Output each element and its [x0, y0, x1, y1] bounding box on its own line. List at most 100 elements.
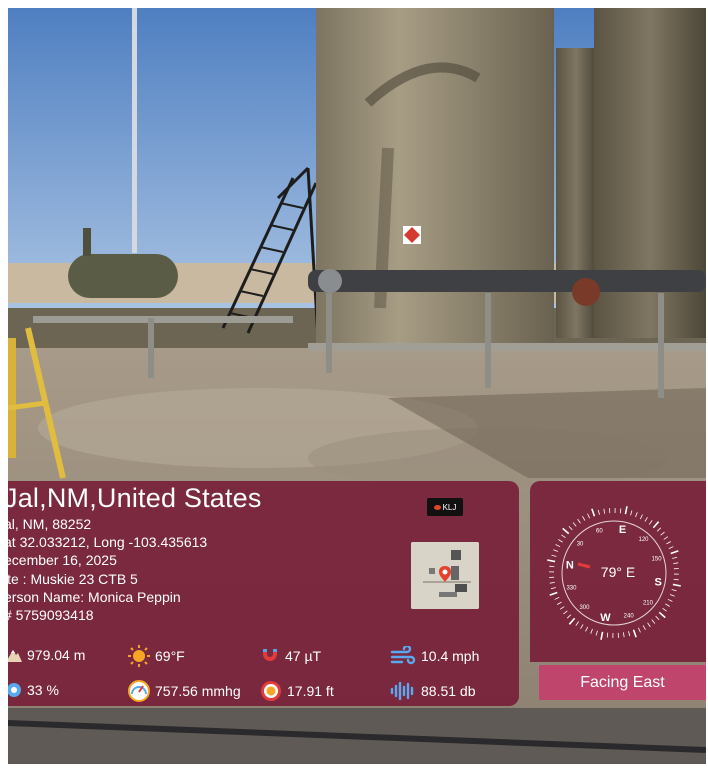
compass-tick: [555, 544, 561, 548]
pressure-value: 757.56 mmhg: [155, 683, 241, 699]
sound-readout: 88.51 db: [390, 681, 476, 701]
compass-degree-label: 300: [579, 605, 590, 611]
compass-degree-label: 30: [577, 541, 584, 547]
compass-tick: [632, 629, 637, 638]
compass-tick: [606, 632, 609, 638]
compass-degree-label: 60: [596, 528, 603, 534]
compass-tick: [656, 527, 662, 532]
compass-tick: [660, 531, 665, 536]
compass-cardinal-w: W: [600, 612, 611, 624]
compass-tick: [566, 614, 572, 619]
compass-tick: [663, 536, 669, 540]
compass-tick: [549, 581, 555, 584]
compass-tick: [551, 554, 557, 557]
compass-tick: [563, 610, 568, 615]
compass-tick: [549, 591, 558, 596]
compass-tick: [587, 513, 590, 519]
compass-tick: [568, 525, 573, 531]
humidity-readout: 33 %: [8, 682, 59, 698]
compass-tick: [597, 509, 600, 515]
compass-tick: [647, 622, 651, 628]
magnetic-readout: 47 µT: [260, 646, 321, 666]
wind-readout: 10.4 mph: [390, 646, 479, 666]
compass-tick: [600, 631, 604, 640]
compass-tick: [590, 628, 593, 634]
wind-icon: [390, 646, 416, 665]
compass-tick: [630, 510, 633, 516]
compass-tick: [619, 508, 622, 514]
compass-tick: [662, 607, 667, 612]
compass-card: NESW 30 60 120 150 210 240 300 330 79° E: [530, 481, 706, 662]
compass-tick: [670, 550, 679, 555]
mountain-icon: [8, 650, 22, 662]
compass-tick: [559, 606, 565, 610]
temperature-value: 69°F: [155, 648, 185, 664]
heading-readout: 79° E: [600, 564, 636, 580]
wind-value: 10.4 mph: [421, 648, 480, 664]
compass-tick: [668, 546, 674, 549]
temperature-readout: 69°F: [128, 645, 185, 667]
compass-tick: [556, 601, 562, 605]
humidity-value: 33 %: [27, 682, 59, 698]
compass-tick: [672, 556, 678, 559]
compass-tick: [635, 512, 638, 518]
accuracy-readout: 17.91 ft: [260, 680, 334, 702]
compass-tick: [580, 624, 584, 629]
compass-tick: [638, 627, 641, 633]
compass-tick: [628, 631, 631, 637]
humidity-icon: [8, 683, 21, 697]
address-line: al, NM, 88252: [8, 516, 92, 532]
compass-tick: [648, 520, 653, 525]
compass-degree-label: 150: [652, 556, 663, 562]
magnetic-value: 47 µT: [285, 648, 322, 664]
map-preview-icon: [411, 542, 479, 609]
compass-tick: [585, 626, 589, 632]
facing-direction-button[interactable]: Facing East: [539, 665, 706, 700]
logo-text: KLJ: [442, 502, 457, 512]
compass-tick: [591, 508, 596, 517]
date-line: ecember 16, 2025: [8, 552, 117, 568]
compass-tick: [672, 583, 681, 587]
compass-tick: [595, 630, 598, 636]
geotag-info-card: Jal,NM,United States al, NM, 88252 at 32…: [8, 481, 519, 706]
compass-tick: [553, 549, 559, 552]
compass-tick: [624, 506, 628, 515]
compass-tick: [568, 617, 576, 625]
compass-tick: [642, 625, 646, 631]
compass-tick: [669, 594, 675, 597]
compass-degree-label: 330: [566, 586, 577, 592]
compass-tick: [655, 615, 660, 621]
compass-degree-label: 120: [639, 537, 650, 543]
compass-tick: [622, 632, 625, 638]
pressure-readout: 757.56 mmhg: [128, 680, 241, 702]
compass-tick: [575, 621, 580, 626]
facing-direction-label: Facing East: [580, 673, 665, 691]
gauge-icon: [128, 680, 150, 702]
compass-tick: [667, 598, 673, 602]
compass-tick: [558, 539, 563, 543]
compass-tick: [652, 521, 660, 529]
sound-value: 88.51 db: [421, 683, 476, 699]
compass-tick: [651, 619, 656, 624]
compass-tick: [582, 515, 586, 521]
coordinates-line: at 32.033212, Long -103.435613: [8, 534, 208, 550]
compass-tick: [665, 603, 670, 607]
altitude-value: 979.04 m: [27, 647, 86, 663]
compass-tick: [666, 541, 672, 545]
compass-degree-label: 210: [643, 601, 654, 607]
map-thumbnail[interactable]: [411, 542, 479, 609]
site-line: ite : Muskie 23 CTB 5: [8, 571, 138, 587]
compass-tick: [639, 514, 643, 520]
compass-tick: [671, 589, 677, 592]
compass-degree-label: 240: [624, 614, 635, 620]
location-title: Jal,NM,United States: [8, 483, 262, 513]
person-line: erson Name: Monica Peppin: [8, 589, 181, 605]
compass-tick: [577, 518, 581, 524]
target-icon: [261, 681, 281, 701]
altitude-readout: 979.04 m: [8, 647, 85, 663]
phone-line: # 5759093418: [8, 607, 94, 623]
compass-tick: [562, 527, 570, 535]
brand-logo: KLJ: [427, 498, 463, 516]
sound-wave-icon: [390, 681, 414, 701]
compass-tick: [572, 522, 577, 527]
